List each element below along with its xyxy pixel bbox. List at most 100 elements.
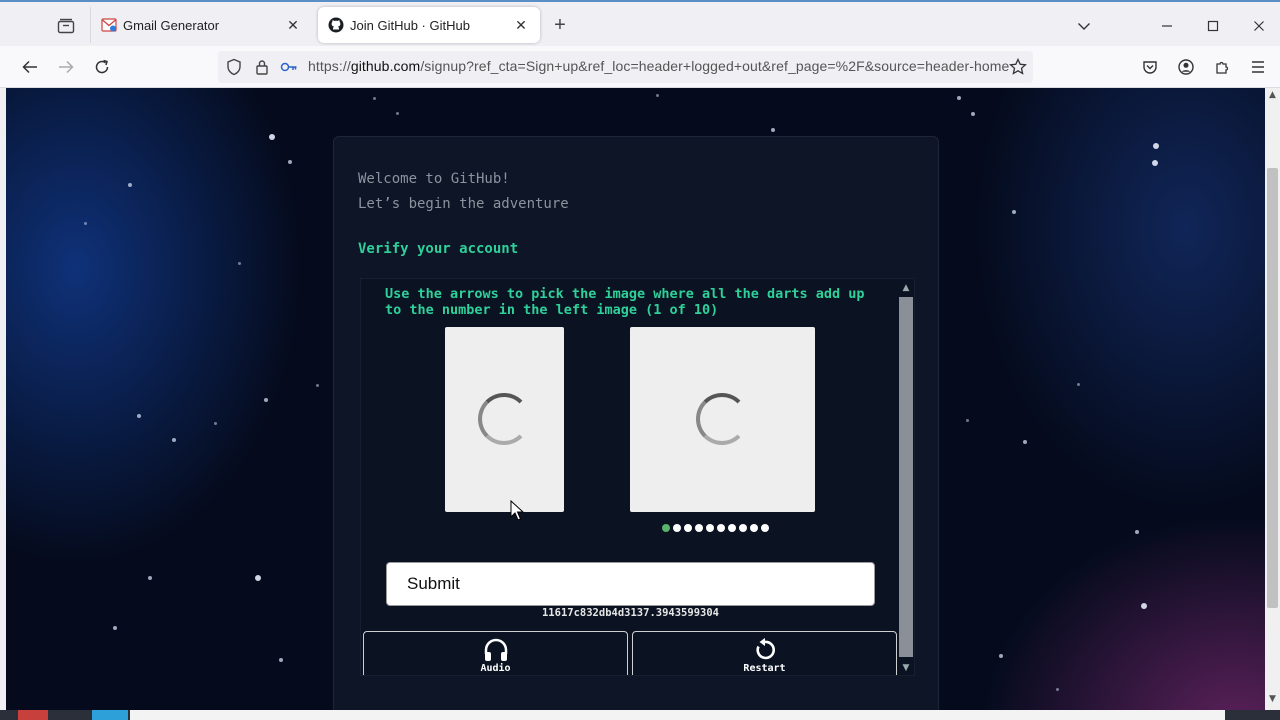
page-scrollbar[interactable]: ▲ ▼ xyxy=(1265,88,1280,710)
progress-dot xyxy=(717,524,725,532)
reload-button[interactable] xyxy=(89,55,115,79)
captcha-choice-image[interactable] xyxy=(630,327,815,512)
background-star xyxy=(971,112,975,116)
captcha-scrollbar-thumb[interactable] xyxy=(899,297,913,657)
welcome-subline: Let’s begin the adventure xyxy=(358,196,569,212)
background-star xyxy=(1012,210,1016,214)
restart-challenge-button[interactable]: Restart xyxy=(632,631,897,675)
url-prefix: https:// xyxy=(308,58,351,74)
captcha-instruction: Use the arrows to pick the image where a… xyxy=(385,286,865,318)
background-star xyxy=(373,97,376,100)
maximize-window-button[interactable] xyxy=(1201,14,1225,38)
taskbar-strip xyxy=(130,710,1225,720)
bookmark-star-icon[interactable] xyxy=(1008,57,1028,77)
background-star xyxy=(1152,160,1158,166)
audio-challenge-button[interactable]: Audio xyxy=(363,631,628,675)
firefox-view-button[interactable] xyxy=(50,12,82,40)
background-star xyxy=(656,94,659,97)
captcha-session-id: 11617c832db4d3137.3943599304 xyxy=(541,607,719,619)
page-scrollbar-thumb[interactable] xyxy=(1267,168,1278,608)
scroll-down-arrow-icon[interactable]: ▼ xyxy=(900,662,912,674)
background-star xyxy=(966,419,969,422)
github-favicon-icon xyxy=(328,17,344,33)
tab-gmail-generator[interactable]: Gmail Generator ✕ xyxy=(90,7,312,43)
background-star xyxy=(1141,603,1147,609)
back-arrow-icon xyxy=(22,60,37,74)
captcha-reference-image xyxy=(445,327,564,512)
telegram-taskbar-icon[interactable] xyxy=(92,710,128,720)
background-star xyxy=(238,262,241,265)
background-star xyxy=(1023,440,1027,444)
background-star xyxy=(137,414,141,418)
background-star xyxy=(957,96,961,100)
loading-spinner-icon xyxy=(478,393,530,445)
forward-button[interactable] xyxy=(53,55,79,79)
captcha-scrollbar[interactable]: ▲ ▼ xyxy=(898,279,914,675)
maximize-icon xyxy=(1207,20,1219,32)
welcome-line: Welcome to GitHub! xyxy=(358,171,510,187)
audio-label: Audio xyxy=(480,663,511,674)
list-all-tabs-button[interactable] xyxy=(1072,14,1096,38)
new-tab-button[interactable]: + xyxy=(548,13,572,37)
reload-icon xyxy=(95,59,109,74)
pocket-icon xyxy=(1143,61,1157,74)
background-star xyxy=(214,422,217,425)
minimize-window-button[interactable] xyxy=(1155,14,1179,38)
restart-icon xyxy=(755,638,775,660)
background-star xyxy=(771,128,775,132)
close-window-button[interactable] xyxy=(1247,14,1271,38)
firefox-view-icon xyxy=(57,18,75,34)
scroll-up-arrow-icon[interactable]: ▲ xyxy=(900,282,912,294)
github-signup-page: Welcome to GitHub! Let’s begin the adven… xyxy=(6,88,1265,710)
taskbar-app-icon[interactable] xyxy=(18,710,48,720)
verify-account-heading: Verify your account xyxy=(358,241,519,257)
mouse-cursor-icon xyxy=(510,500,524,521)
close-tab-icon[interactable]: ✕ xyxy=(284,16,302,34)
background-star xyxy=(1153,143,1159,149)
os-taskbar xyxy=(0,710,1280,720)
browser-tabstrip: Gmail Generator ✕ Join GitHub · GitHub ✕… xyxy=(0,0,1280,46)
app-menu-button[interactable] xyxy=(1245,55,1271,79)
url-path: /signup?ref_cta=Sign+up&ref_loc=header+l… xyxy=(420,58,1010,74)
captcha-submit-button[interactable]: Submit xyxy=(386,562,875,606)
lock-icon[interactable] xyxy=(252,57,272,77)
background-star xyxy=(172,438,176,442)
key-icon[interactable] xyxy=(279,57,299,77)
background-star xyxy=(288,160,292,164)
background-star xyxy=(396,112,399,115)
close-tab-icon[interactable]: ✕ xyxy=(512,16,530,34)
chevron-down-icon xyxy=(1078,23,1090,30)
restart-label: Restart xyxy=(743,663,786,674)
scroll-down-arrow-icon[interactable]: ▼ xyxy=(1267,694,1278,708)
pocket-button[interactable] xyxy=(1137,55,1163,79)
account-icon xyxy=(1178,59,1194,75)
signup-card: Welcome to GitHub! Let’s begin the adven… xyxy=(333,136,939,710)
back-button[interactable] xyxy=(17,55,43,79)
background-star xyxy=(1077,383,1080,386)
background-star xyxy=(269,134,275,140)
progress-dot xyxy=(695,524,703,532)
account-button[interactable] xyxy=(1173,55,1199,79)
url-host: github.com xyxy=(350,58,421,74)
background-star xyxy=(1056,688,1059,691)
background-star xyxy=(264,398,268,402)
tab-join-github[interactable]: Join GitHub · GitHub ✕ xyxy=(318,7,540,43)
background-star xyxy=(255,575,261,581)
background-star xyxy=(148,576,152,580)
progress-dot xyxy=(761,524,769,532)
shield-icon[interactable] xyxy=(224,57,244,77)
welcome-text: Welcome to GitHub! Let’s begin the adven… xyxy=(358,167,569,217)
progress-dot xyxy=(673,524,681,532)
background-star xyxy=(1135,530,1139,534)
minimize-icon xyxy=(1162,25,1172,27)
address-bar[interactable]: https://github.com/signup?ref_cta=Sign+u… xyxy=(218,51,1033,83)
url-text[interactable]: https://github.com/signup?ref_cta=Sign+u… xyxy=(308,58,1009,74)
progress-dot xyxy=(684,524,692,532)
loading-spinner-icon xyxy=(696,393,748,445)
background-star xyxy=(128,183,132,187)
background-star xyxy=(279,658,283,662)
extensions-button[interactable] xyxy=(1209,55,1235,79)
puzzle-icon xyxy=(1216,61,1229,74)
scroll-up-arrow-icon[interactable]: ▲ xyxy=(1267,90,1278,104)
background-star xyxy=(113,626,117,630)
